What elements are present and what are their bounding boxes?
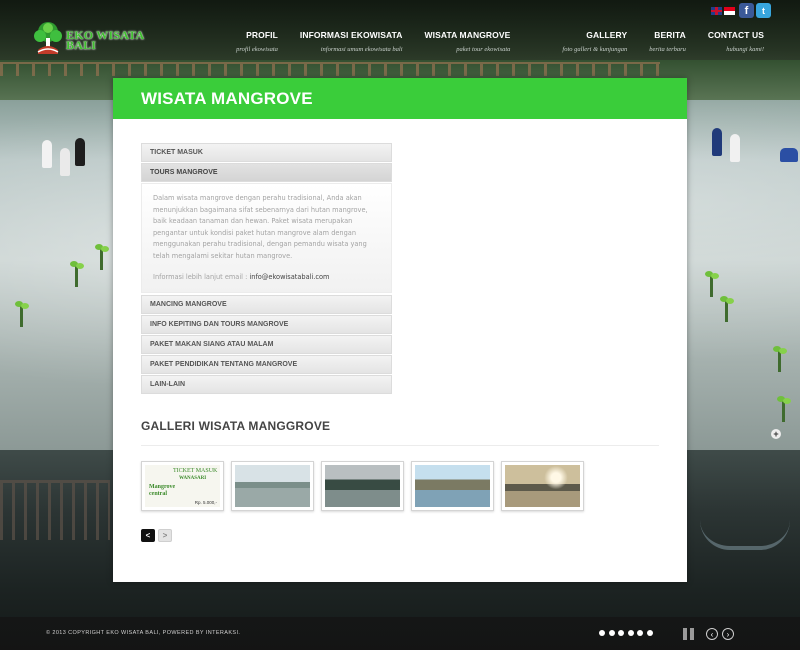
slider-dots [599,630,656,636]
nav-label: WISATA MANGROVE [424,30,511,40]
nav-sublabel: berita terbaru [649,46,686,53]
contact-email-link[interactable]: info@ekowisatabali.com [249,273,329,281]
slider-dot[interactable] [608,630,615,636]
nav-item-gallery[interactable]: GALLERY foto galleri & kunjungan [562,30,627,53]
logo-text: EKO WISATA BALI [66,29,144,51]
nav-label: CONTACT US [707,30,764,40]
mangrove-sprout [773,346,787,372]
nav-label: INFORMASI EKOWISATA [299,30,403,40]
nav-item-berita[interactable]: BERITA berita terbaru [649,30,686,53]
nav-sublabel: foto galleri & kunjungan [562,46,628,53]
accordion-panel-tours-mangrove: Dalam wisata mangrove dengan perahu trad… [141,183,392,293]
nav-item-informasi-ekowisata[interactable]: INFORMASI EKOWISATA informasi umum ekowi… [300,30,403,53]
slider-dot[interactable] [646,630,653,636]
nav-sublabel: informasi umum ekowisata bali [320,46,403,53]
tree-logo-icon [32,20,64,60]
accordion-item-ticket-masuk[interactable]: TICKET MASUK [141,143,392,162]
content-panel: WISATA MANGROVE TICKET MASUK TOURS MANGR… [113,78,687,582]
indonesia-flag-icon[interactable] [724,6,735,15]
uk-flag-icon[interactable] [711,6,722,15]
nav-sublabel: paket tour ekowisata [456,46,511,53]
pause-icon[interactable] [683,628,694,640]
mangrove-sprout [720,296,734,322]
boardwalk-photo [235,465,310,507]
site-footer: © 2013 COPYRIGHT EKO WISATA BALI, POWERE… [0,617,800,650]
nav-item-profil[interactable]: PROFIL profil ekowisata [236,30,278,53]
accordion-item-tours-mangrove[interactable]: TOURS MANGROVE [141,163,392,182]
mangrove-sprout [15,301,29,327]
slider-dot[interactable] [637,630,643,636]
gallery-thumbnail[interactable] [321,461,404,511]
site-logo[interactable]: EKO WISATA BALI [32,18,144,62]
nav-item-wisata-mangrove[interactable]: WISATA MANGROVE paket tour ekowisata [425,30,511,53]
person-figure [780,148,798,162]
accordion-item-info-kepiting[interactable]: INFO KEPITING DAN TOURS MANGROVE [141,315,392,334]
nav-sublabel: profil ekowisata [236,46,278,53]
gallery-thumbnail[interactable] [501,461,584,511]
accordion-item-lain-lain[interactable]: LAIN-LAIN [141,375,392,394]
slider-next-button[interactable]: › [722,628,734,640]
pier [0,480,110,540]
person-figure [60,148,70,176]
ticket-line-4: central [149,491,167,497]
ticket-price: Rp. 5.000,- [194,500,217,505]
gallery-prev-button[interactable]: < [141,529,155,542]
contact-prefix: Informasi lebih lanjut email : [153,272,250,281]
slider-dot[interactable] [618,630,624,636]
tour-description: Dalam wisata mangrove dengan perahu trad… [153,194,368,260]
nav-label: BERITA [654,30,686,40]
boardwalk [0,62,660,76]
person-figure [75,138,85,166]
mangrove-sprout [777,396,791,422]
ticket-line-3: Mangrove [149,484,176,490]
page-title-bar: WISATA MANGROVE [113,78,687,119]
divider [141,445,659,446]
gallery-thumbnails: TICKET MASUK WANASARI Mangrove central R… [141,461,591,511]
river-photo [325,465,400,507]
ticket-image: TICKET MASUK WANASARI Mangrove central R… [145,465,220,507]
contact-line: Informasi lebih lanjut email : info@ekow… [153,272,381,284]
person-figure [712,128,722,156]
sunset-photo [505,465,580,507]
page-title: WISATA MANGROVE [141,89,313,108]
ticket-title: TICKET MASUK [173,468,218,474]
nav-sublabel: hubungi kami! [726,46,764,53]
main-nav: PROFIL profil ekowisata INFORMASI EKOWIS… [214,30,764,53]
gallery-thumbnail[interactable]: TICKET MASUK WANASARI Mangrove central R… [141,461,224,511]
gallery-thumbnail[interactable] [231,461,314,511]
gallery-next-button[interactable]: > [158,529,172,542]
accordion-item-paket-makan[interactable]: PAKET MAKAN SIANG ATAU MALAM [141,335,392,354]
mangrove-sprout [705,271,719,297]
language-switcher: f t [711,3,771,18]
person-figure [730,134,740,162]
copyright-text: © 2013 COPYRIGHT EKO WISATA BALI, POWERE… [46,630,241,636]
slider-dot[interactable] [627,630,634,636]
slider-expand-button[interactable]: + [771,429,781,439]
nav-label: PROFIL [246,30,278,40]
person-figure [42,140,52,168]
package-accordion: TICKET MASUK TOURS MANGROVE Dalam wisata… [141,143,392,395]
gallery-thumbnail[interactable] [411,461,494,511]
slider-prev-button[interactable]: ‹ [706,628,718,640]
twitter-icon[interactable]: t [756,3,771,18]
ticket-line-2: WANASARI [179,476,207,481]
nav-label: GALLERY [586,30,628,40]
facebook-icon[interactable]: f [739,3,754,18]
gallery-pager: < > [141,529,175,542]
gallery-title: GALLERI WISATA MANGGROVE [141,419,331,433]
accordion-item-mancing-mangrove[interactable]: MANCING MANGROVE [141,295,392,314]
slider-dot[interactable] [599,630,605,636]
accordion-item-paket-pendidikan[interactable]: PAKET PENDIDIKAN TENTANG MANGROVE [141,355,392,374]
nav-item-contact-us[interactable]: CONTACT US hubungi kami! [708,30,764,53]
mangrove-sprout [70,261,84,287]
site-header: EKO WISATA BALI f t PROFIL profil ekowis… [0,0,800,60]
hut-photo [415,465,490,507]
mangrove-sprout [95,244,109,270]
